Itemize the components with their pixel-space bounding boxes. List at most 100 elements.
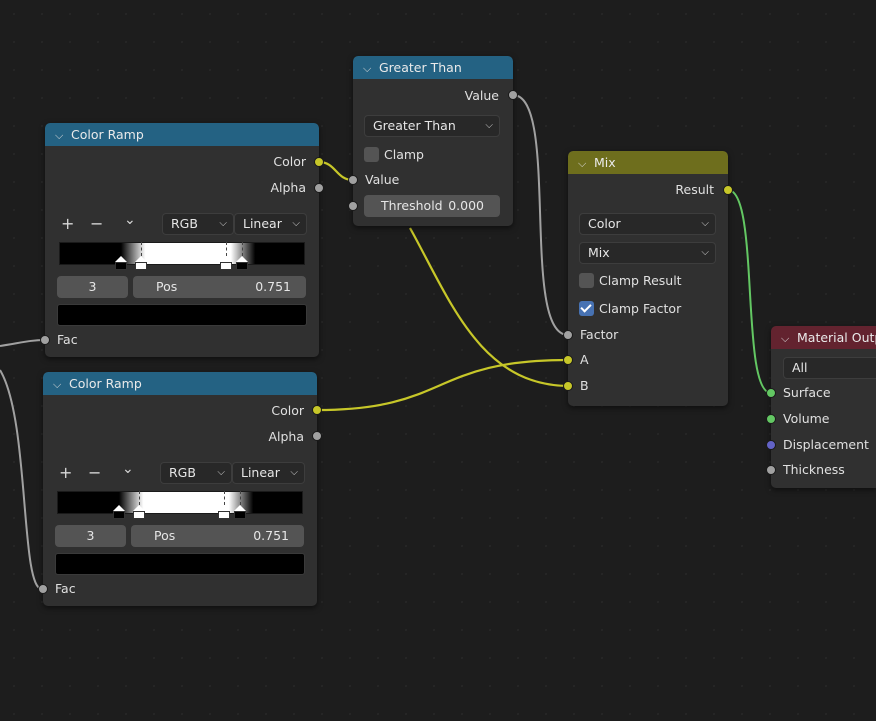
remove-stop-button[interactable]: −: [88, 465, 101, 481]
input-value-label: Value: [365, 172, 400, 187]
blend-mode-value: Mix: [588, 245, 610, 260]
ramp2-color-output-socket[interactable]: [312, 405, 322, 415]
threshold-label: Threshold: [381, 198, 443, 213]
chevron-down-icon: ⌵: [292, 218, 300, 229]
color-mode-value: RGB: [169, 465, 196, 480]
ramp-menu-button[interactable]: ⌄: [122, 461, 134, 477]
node-title: Color Ramp: [69, 376, 142, 391]
link-mix-result-to-surface: [727, 189, 772, 394]
stop-index-value: 3: [86, 528, 95, 543]
chevron-down-icon: ⌵: [290, 467, 298, 478]
mix-factor-input-socket[interactable]: [563, 330, 573, 340]
node-title: Greater Than: [379, 60, 462, 75]
interpolation-dropdown[interactable]: Linear ⌵: [232, 462, 305, 484]
color-ramp-header[interactable]: ⌵ Color Ramp: [43, 372, 317, 395]
chevron-down-icon: ⌵: [701, 247, 709, 258]
input-volume-label: Volume: [783, 411, 830, 426]
color-mode-dropdown[interactable]: RGB ⌵: [160, 462, 232, 484]
greater-than-output-socket[interactable]: [508, 90, 518, 100]
stop-index-field[interactable]: 3: [57, 276, 128, 298]
ramp1-alpha-output-socket[interactable]: [314, 183, 324, 193]
pos-label: Pos: [154, 528, 176, 543]
threshold-field[interactable]: Threshold 0.000: [364, 195, 500, 217]
clamp-label: Clamp: [384, 147, 424, 162]
color-ramp-node-2[interactable]: ⌵ Color Ramp Color Alpha + − ⌄ RGB ⌵ Lin…: [43, 372, 317, 606]
pos-field[interactable]: Pos 0.751: [133, 276, 306, 298]
clamp-result-label: Clamp Result: [599, 273, 682, 288]
operation-value: Greater Than: [373, 118, 456, 133]
data-type-value: Color: [588, 216, 621, 231]
output-color-label: Color: [271, 403, 304, 418]
stop-index-field[interactable]: 3: [55, 525, 126, 547]
stop-color-swatch[interactable]: [55, 553, 305, 575]
interpolation-dropdown[interactable]: Linear ⌵: [234, 213, 307, 235]
surface-input-socket[interactable]: [766, 388, 776, 398]
input-factor-label: Factor: [580, 327, 619, 342]
link-greater-value-to-mix-factor: [512, 94, 569, 336]
ramp2-alpha-output-socket[interactable]: [312, 431, 322, 441]
pos-label: Pos: [156, 279, 178, 294]
chevron-down-icon[interactable]: ⌵: [781, 327, 789, 350]
color-ramp-gradient[interactable]: [59, 242, 305, 265]
chevron-down-icon: ⌵: [701, 218, 709, 229]
mix-header[interactable]: ⌵ Mix: [568, 151, 728, 174]
add-stop-button[interactable]: +: [61, 216, 74, 232]
pos-value: 0.751: [255, 279, 291, 294]
interpolation-value: Linear: [241, 465, 280, 480]
output-alpha-label: Alpha: [268, 429, 304, 444]
input-fac-label: Fac: [57, 332, 78, 347]
color-ramp-gradient[interactable]: [57, 491, 303, 514]
ramp1-color-output-socket[interactable]: [314, 157, 324, 167]
node-title: Color Ramp: [71, 127, 144, 142]
color-ramp-node-1[interactable]: ⌵ Color Ramp Color Alpha + − ⌄ RGB ⌵ Lin…: [45, 123, 319, 357]
blend-mode-dropdown[interactable]: Mix ⌵: [579, 242, 716, 264]
stop-index-value: 3: [88, 279, 97, 294]
mix-node[interactable]: ⌵ Mix Result Color ⌵ Mix ⌵ Clamp Result …: [568, 151, 728, 406]
ramp1-fac-input-socket[interactable]: [40, 335, 50, 345]
operation-dropdown[interactable]: Greater Than ⌵: [364, 115, 500, 137]
clamp-checkbox[interactable]: [364, 147, 379, 162]
chevron-down-icon[interactable]: ⌵: [53, 373, 61, 396]
color-ramp-header[interactable]: ⌵ Color Ramp: [45, 123, 319, 146]
material-output-node[interactable]: ⌵ Material Outp All Surface Volume Displ…: [771, 326, 876, 488]
output-color-label: Color: [273, 154, 306, 169]
target-dropdown[interactable]: All: [783, 357, 876, 379]
chevron-down-icon[interactable]: ⌵: [578, 152, 586, 175]
input-b-label: B: [580, 378, 589, 393]
mix-result-output-socket[interactable]: [723, 185, 733, 195]
material-output-header[interactable]: ⌵ Material Outp: [771, 326, 876, 349]
link-ramp1-to-mix-b: [409, 227, 569, 388]
stop-color-swatch[interactable]: [57, 304, 307, 326]
greater-than-header[interactable]: ⌵ Greater Than: [353, 56, 513, 79]
chevron-down-icon[interactable]: ⌵: [363, 57, 371, 80]
mix-b-input-socket[interactable]: [563, 381, 573, 391]
link-to-ramp1-fac: [0, 339, 46, 347]
add-stop-button[interactable]: +: [59, 465, 72, 481]
output-alpha-label: Alpha: [270, 180, 306, 195]
color-mode-dropdown[interactable]: RGB ⌵: [162, 213, 234, 235]
ramp-menu-button[interactable]: ⌄: [124, 212, 136, 228]
output-result-label: Result: [675, 182, 714, 197]
clamp-factor-checkbox[interactable]: [579, 301, 594, 316]
clamp-result-checkbox[interactable]: [579, 273, 594, 288]
pos-field[interactable]: Pos 0.751: [131, 525, 304, 547]
remove-stop-button[interactable]: −: [90, 216, 103, 232]
output-value-label: Value: [464, 88, 499, 103]
greater-than-threshold-input-socket[interactable]: [348, 201, 358, 211]
volume-input-socket[interactable]: [766, 414, 776, 424]
thickness-input-socket[interactable]: [766, 465, 776, 475]
chevron-down-icon[interactable]: ⌵: [55, 124, 63, 147]
greater-than-node[interactable]: ⌵ Greater Than Value Greater Than ⌵ Clam…: [353, 56, 513, 226]
input-surface-label: Surface: [783, 385, 831, 400]
data-type-dropdown[interactable]: Color ⌵: [579, 213, 716, 235]
input-thickness-label: Thickness: [783, 462, 845, 477]
displacement-input-socket[interactable]: [766, 440, 776, 450]
ramp2-fac-input-socket[interactable]: [38, 584, 48, 594]
link-ramp2-color-to-mix-a: [316, 358, 569, 412]
input-a-label: A: [580, 352, 589, 367]
mix-a-input-socket[interactable]: [563, 355, 573, 365]
threshold-value: 0.000: [448, 198, 484, 213]
chevron-down-icon: ⌵: [219, 218, 227, 229]
link-to-ramp2-fac: [0, 369, 43, 590]
greater-than-value-input-socket[interactable]: [348, 175, 358, 185]
